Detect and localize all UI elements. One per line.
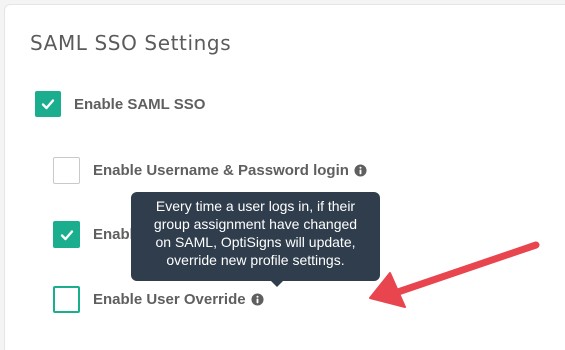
enable-group-sync-label: Enabl bbox=[93, 226, 134, 243]
tooltip-pointer bbox=[271, 281, 283, 287]
info-icon[interactable] bbox=[251, 293, 264, 306]
enable-group-sync-checkbox[interactable] bbox=[53, 221, 80, 248]
enable-username-password-checkbox[interactable] bbox=[53, 157, 80, 184]
enable-saml-sso-label: Enable SAML SSO bbox=[74, 95, 206, 113]
tooltip-line: group assignment have changed bbox=[153, 216, 358, 232]
tooltip-line: override new profile settings. bbox=[166, 252, 345, 268]
enable-saml-sso-option[interactable]: Enable SAML SSO bbox=[35, 91, 205, 117]
checkmark-icon bbox=[60, 229, 73, 240]
enable-username-password-option[interactable]: Enable Username & Password login bbox=[53, 157, 367, 184]
user-override-tooltip: Every time a user logs in, if their grou… bbox=[131, 192, 380, 287]
checkmark-icon bbox=[41, 99, 55, 110]
enable-group-sync-option[interactable]: Enabl bbox=[53, 221, 134, 248]
enable-username-password-label: Enable Username & Password login bbox=[93, 162, 349, 179]
enable-saml-sso-checkbox[interactable] bbox=[35, 91, 61, 117]
enable-user-override-label: Enable User Override bbox=[93, 291, 246, 308]
panel-title: SAML SSO Settings bbox=[30, 31, 232, 55]
tooltip-line: Every time a user logs in, if their bbox=[155, 198, 356, 214]
tooltip-line: on SAML, OptiSigns will update, bbox=[155, 234, 356, 250]
enable-user-override-option[interactable]: Enable User Override bbox=[53, 286, 264, 313]
enable-user-override-checkbox[interactable] bbox=[53, 286, 80, 313]
info-icon[interactable] bbox=[354, 164, 367, 177]
